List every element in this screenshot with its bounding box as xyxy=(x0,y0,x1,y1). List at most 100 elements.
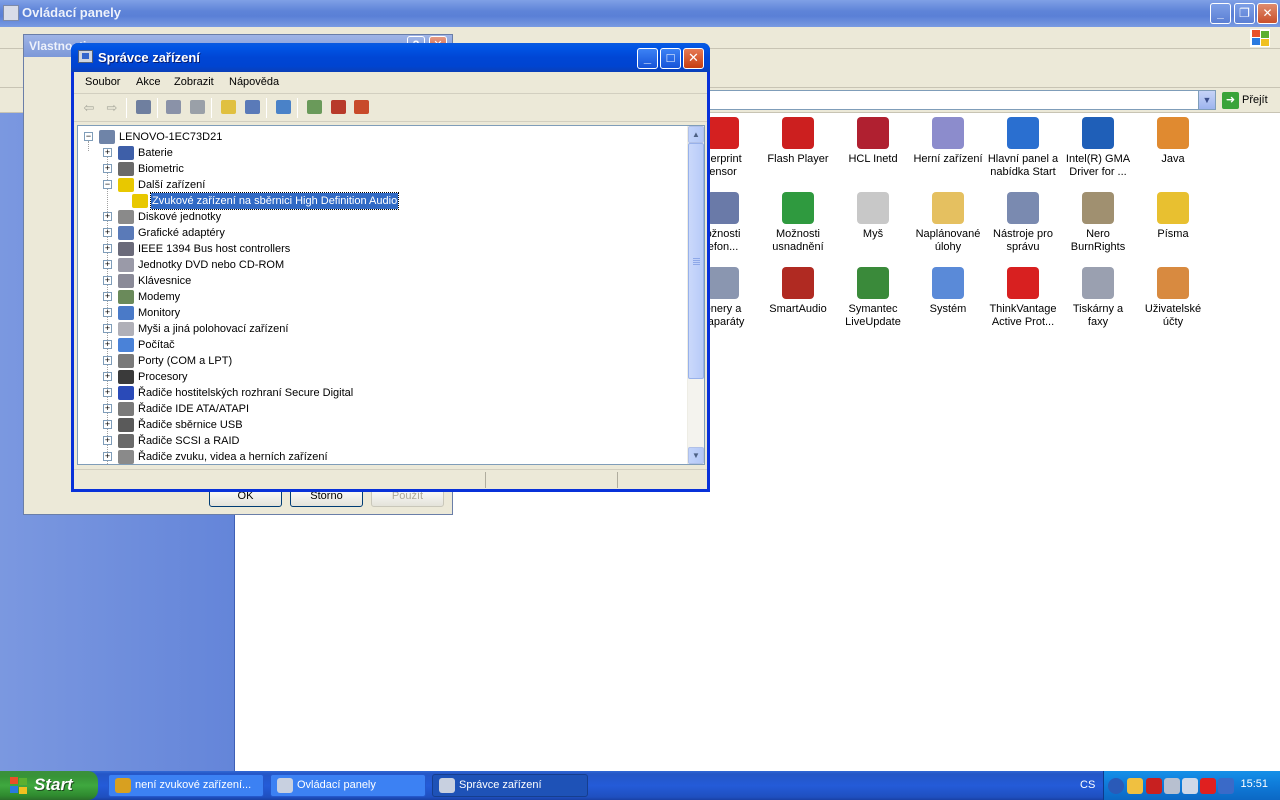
control-panel-item[interactable]: Symantec LiveUpdate xyxy=(833,267,913,329)
tray-security-icon[interactable] xyxy=(1127,778,1143,794)
scroll-up-icon[interactable]: ▲ xyxy=(688,126,704,143)
menu-napoveda[interactable]: Nápověda xyxy=(229,76,279,88)
control-panel-item[interactable]: Java xyxy=(1133,117,1213,166)
expand-icon[interactable]: + xyxy=(103,356,112,365)
control-panel-item[interactable]: Nero BurnRights xyxy=(1058,192,1138,254)
control-panel-item[interactable]: Intel(R) GMA Driver for ... xyxy=(1058,117,1138,179)
properties-icon[interactable] xyxy=(164,99,182,116)
restore-button[interactable]: ❐ xyxy=(1234,3,1255,24)
minimize-button[interactable]: _ xyxy=(1210,3,1231,24)
scan-hardware-icon[interactable] xyxy=(274,99,292,116)
control-panel-item[interactable]: Tiskárny a faxy xyxy=(1058,267,1138,329)
tree-category[interactable]: + IEEE 1394 Bus host controllers xyxy=(103,241,663,257)
tree-category[interactable]: + Porty (COM a LPT) xyxy=(103,353,663,369)
tree-category[interactable]: + Klávesnice xyxy=(103,273,663,289)
dm-minimize-button[interactable]: _ xyxy=(637,48,658,69)
tray-power-icon[interactable] xyxy=(1218,778,1234,794)
expand-icon[interactable]: + xyxy=(103,372,112,381)
device-manager-titlebar[interactable]: Správce zařízení _ □ ✕ xyxy=(71,43,710,72)
control-panel-item[interactable]: Herní zařízení xyxy=(908,117,988,166)
menu-zobrazit[interactable]: Zobrazit xyxy=(174,76,214,88)
expand-icon[interactable]: + xyxy=(103,452,112,461)
expand-icon[interactable]: + xyxy=(103,404,112,413)
menu-soubor[interactable]: Soubor xyxy=(85,76,120,88)
device-tree[interactable]: − LENOVO-1EC73D21 ▲ ▼ + Baterie + Biometric… xyxy=(77,125,705,465)
print-icon[interactable] xyxy=(188,99,206,116)
control-panel-item[interactable]: Systém xyxy=(908,267,988,316)
expand-icon[interactable]: + xyxy=(103,228,112,237)
tree-category[interactable]: + Biometric xyxy=(103,161,663,177)
tree-category[interactable]: + Počítač xyxy=(103,337,663,353)
tree-category[interactable]: + Grafické adaptéry xyxy=(103,225,663,241)
taskbar-button[interactable]: Ovládací panely xyxy=(270,774,426,797)
expand-icon[interactable]: + xyxy=(103,260,112,269)
view-icon[interactable] xyxy=(243,99,261,116)
control-panel-item[interactable]: Flash Player xyxy=(758,117,838,166)
tree-category[interactable]: + Modemy xyxy=(103,289,663,305)
uninstall-icon[interactable] xyxy=(329,99,347,116)
scroll-thumb[interactable] xyxy=(688,143,704,379)
tree-category[interactable]: + Baterie xyxy=(103,145,663,161)
control-panel-item[interactable]: Nástroje pro správu xyxy=(983,192,1063,254)
tray-flash-icon[interactable] xyxy=(1146,778,1162,794)
control-panel-item[interactable]: Naplánované úlohy xyxy=(908,192,988,254)
control-panel-item[interactable]: Uživatelské účty xyxy=(1133,267,1213,329)
expand-icon[interactable]: + xyxy=(103,436,112,445)
tree-root[interactable]: − LENOVO-1EC73D21 xyxy=(84,129,384,145)
tray-network-icon[interactable] xyxy=(1164,778,1180,794)
control-panel-item[interactable]: ThinkVantage Active Prot... xyxy=(983,267,1063,329)
expand-icon[interactable]: + xyxy=(103,276,112,285)
dm-close-button[interactable]: ✕ xyxy=(683,48,704,69)
start-button[interactable]: Start xyxy=(0,771,98,800)
control-panel-item[interactable]: HCL Inetd xyxy=(833,117,913,166)
dm-maximize-button[interactable]: □ xyxy=(660,48,681,69)
expand-icon[interactable]: + xyxy=(103,388,112,397)
expand-icon[interactable]: + xyxy=(103,148,112,157)
tree-category[interactable]: + Řadiče zvuku, videa a herních zařízení xyxy=(103,449,663,464)
tree-category[interactable]: + Diskové jednotky xyxy=(103,209,663,225)
expand-icon[interactable]: + xyxy=(103,420,112,429)
expand-icon[interactable]: + xyxy=(103,164,112,173)
control-panel-item[interactable]: SmartAudio xyxy=(758,267,838,316)
tree-category[interactable]: + Řadiče SCSI a RAID xyxy=(103,433,663,449)
address-dropdown-icon[interactable]: ▼ xyxy=(1198,91,1215,109)
tree-category[interactable]: + Řadiče IDE ATA/ATAPI xyxy=(103,401,663,417)
show-hide-tree-icon[interactable] xyxy=(134,99,152,116)
collapse-icon[interactable]: − xyxy=(103,180,112,189)
go-button[interactable]: ➜ Přejít xyxy=(1222,91,1268,110)
tree-category[interactable]: + Řadiče hostitelských rozhraní Secure Di… xyxy=(103,385,663,401)
tray-expand-icon[interactable] xyxy=(1108,778,1124,794)
language-indicator[interactable]: CS xyxy=(1080,779,1095,791)
expand-icon[interactable]: + xyxy=(103,324,112,333)
tray-thinkvantage-icon[interactable] xyxy=(1200,778,1216,794)
control-panel-item[interactable]: Možnosti usnadnění xyxy=(758,192,838,254)
control-panel-item[interactable]: Myš xyxy=(833,192,913,241)
tray-display-icon[interactable] xyxy=(1182,778,1198,794)
update-driver-icon[interactable] xyxy=(305,99,323,116)
disable-device-icon[interactable] xyxy=(352,99,370,116)
expand-icon[interactable]: + xyxy=(103,340,112,349)
expand-icon[interactable]: + xyxy=(103,212,112,221)
scroll-down-icon[interactable]: ▼ xyxy=(688,447,704,464)
tree-category[interactable]: + Myši a jiná polohovací zařízení xyxy=(103,321,663,337)
tree-vertical-scrollbar[interactable]: ▲ ▼ xyxy=(687,126,704,464)
expand-icon[interactable]: + xyxy=(103,244,112,253)
menu-akce[interactable]: Akce xyxy=(136,76,160,88)
expand-icon[interactable]: + xyxy=(103,292,112,301)
tree-category[interactable]: + Procesory xyxy=(103,369,663,385)
tree-category[interactable]: + Jednotky DVD nebo CD-ROM xyxy=(103,257,663,273)
tree-child-item[interactable]: Zvukové zařízení na sběrnici High Defini… xyxy=(122,192,682,210)
close-button[interactable]: ✕ xyxy=(1257,3,1278,24)
control-panel-titlebar[interactable]: Ovládací panely _ ❐ ✕ xyxy=(0,0,1280,27)
help-icon[interactable] xyxy=(219,99,237,116)
control-panel-item[interactable]: Písma xyxy=(1133,192,1213,241)
tree-category[interactable]: + Monitory xyxy=(103,305,663,321)
collapse-icon[interactable]: − xyxy=(84,132,93,141)
expand-icon[interactable]: + xyxy=(103,308,112,317)
taskbar-button[interactable]: není zvukové zařízení... xyxy=(108,774,264,797)
tree-item-label: IEEE 1394 Bus host controllers xyxy=(138,243,291,255)
tree-category[interactable]: − Další zařízení xyxy=(103,177,663,193)
control-panel-item[interactable]: Hlavní panel a nabídka Start xyxy=(983,117,1063,179)
taskbar-button[interactable]: Správce zařízení xyxy=(432,774,588,797)
tree-category[interactable]: + Řadiče sběrnice USB xyxy=(103,417,663,433)
